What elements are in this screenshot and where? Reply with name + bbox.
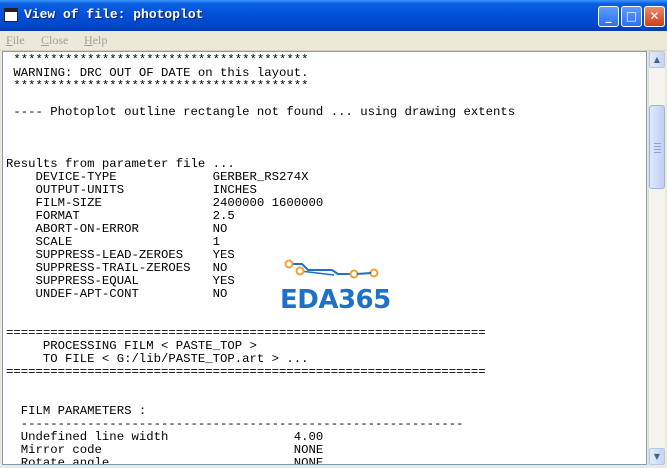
menu-help[interactable]: Help: [84, 33, 107, 48]
close-window-button[interactable]: ✕: [644, 6, 665, 27]
menu-file[interactable]: File: [6, 33, 25, 48]
text-line: UNDEF-APT-CONT NO: [6, 287, 228, 301]
maximize-button[interactable]: □: [621, 6, 642, 27]
text-line: Rotate angle NONE: [6, 456, 324, 465]
thumb-grip-line: [654, 143, 661, 144]
watermark-text: EDA365: [280, 285, 391, 315]
text-line: [6, 119, 515, 132]
scroll-up-button[interactable]: ▲: [649, 51, 665, 68]
thumb-grip-line: [654, 152, 661, 153]
eda365-watermark: EDA365: [278, 257, 398, 317]
menu-bar: File Close Help: [0, 31, 667, 51]
scroll-down-button[interactable]: ▼: [649, 448, 665, 465]
window-title: View of file: photoplot: [24, 7, 204, 22]
text-line: [6, 132, 515, 145]
text-line: [6, 301, 515, 314]
text-line: [6, 379, 515, 392]
file-text-view[interactable]: ****************************************…: [2, 51, 647, 465]
vertical-scrollbar[interactable]: ▲ ▼: [648, 51, 665, 465]
viewer-window: View of file: photoplot _ □ ✕ File Close…: [0, 0, 667, 468]
title-bar[interactable]: View of file: photoplot _ □ ✕: [0, 0, 667, 31]
text-line: ****************************************: [6, 79, 309, 93]
text-line: ---- Photoplot outline rectangle not fou…: [6, 105, 516, 119]
menu-close[interactable]: Close: [41, 33, 68, 48]
text-lines: ****************************************…: [6, 54, 515, 465]
app-window-icon: [4, 8, 18, 22]
scroll-thumb[interactable]: [649, 105, 665, 189]
circuit-trace-icon: [284, 259, 379, 279]
minimize-button[interactable]: _: [598, 6, 619, 27]
thumb-grip-line: [654, 146, 661, 147]
thumb-grip-line: [654, 149, 661, 150]
text-line: ========================================…: [6, 365, 486, 379]
